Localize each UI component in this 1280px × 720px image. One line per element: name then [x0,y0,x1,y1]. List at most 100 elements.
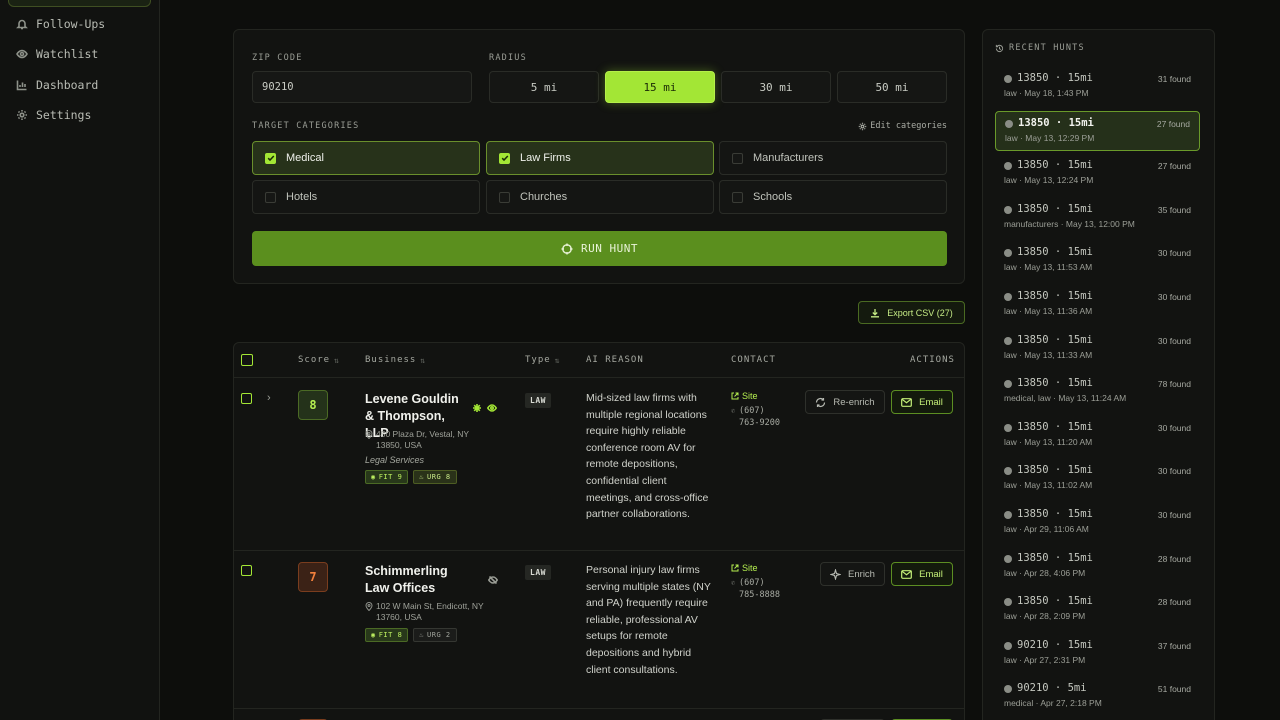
sidebar-item-dashboard[interactable]: Dashboard [16,75,98,95]
sidebar-item-follow-ups[interactable]: Follow-Ups [16,14,105,34]
sidebar-active-item[interactable] [8,0,151,7]
email-label: Email [919,568,943,580]
eye-off-icon[interactable] [488,575,498,585]
bar-chart-icon [16,80,27,91]
recent-hunt-item[interactable]: 13850 · 15mi 35 found manufacturers · May … [995,198,1200,238]
recent-hunt-item[interactable]: 13850 · 15mi 30 found law · May 13, 11:20 … [995,416,1200,456]
globe-icon [1004,249,1012,258]
recent-hunt-item[interactable]: 13850 · 15mi 28 found law · Apr 28, 4:06 P… [995,547,1200,587]
mail-icon [901,569,913,579]
category-manufacturers[interactable]: Manufacturers [719,141,947,175]
hunt-found-count: 78 found [1157,379,1191,390]
zip-code-input[interactable]: 90210 [252,71,472,103]
globe-icon [1004,598,1012,607]
export-csv-button[interactable]: Export CSV (27) [858,301,965,324]
re-enrich-button[interactable]: Re-enrich [805,390,885,414]
column-header-score[interactable]: Score ⇅ [298,355,340,365]
column-header-type[interactable]: Type ⇅ [525,355,561,365]
select-all-checkbox[interactable] [241,354,253,366]
recent-hunt-item[interactable]: 13850 · 15mi 28 found law · Apr 28, 2:09 P… [995,590,1200,630]
recent-hunt-item[interactable]: 13850 · 15mi 30 found law · May 13, 11:02 … [995,459,1200,499]
hunt-found-count: 51 found [1157,684,1191,695]
fit-tag-label: FIT 8 [378,631,403,639]
checkbox[interactable] [499,191,510,203]
email-button[interactable]: Email [891,390,953,414]
site-link[interactable]: Site [731,391,758,401]
recent-hunt-item[interactable]: 13850 · 15mi 30 found law · May 13, 11:33 … [995,329,1200,369]
category-churches[interactable]: Churches [486,180,714,214]
category-law-firms[interactable]: Law Firms [486,141,714,175]
check-icon [267,155,274,162]
checkbox[interactable] [732,191,743,203]
sidebar-item-label: Dashboard [36,78,99,92]
globe-icon [1004,511,1012,519]
recent-hunt-item[interactable]: 13850 · 15mi 27 found law · May 13, 12:24 … [995,154,1200,194]
re-enrich-label: Re-enrich [833,396,875,408]
phone-icon: ✆ [731,579,736,587]
external-link-icon [731,392,739,400]
ai-reason-text: Personal injury law firms serving multip… [586,564,711,676]
edit-categories-link[interactable]: Edit categories [858,121,947,131]
hunt-details: law · May 13, 11:02 AM [1004,480,1093,491]
checkbox[interactable] [265,191,276,203]
recent-hunt-item[interactable]: 13850 · 15mi 78 found medical, law · May 1… [995,372,1200,412]
phone-text: (607) 763-9200 [739,406,780,428]
sparkle-icon[interactable] [472,403,482,413]
hunt-details: law · May 13, 11:53 AM [1004,262,1093,273]
column-header-business[interactable]: Business ⇅ [365,355,426,365]
table-row[interactable] [234,709,964,720]
bell-icon [16,19,28,30]
recent-hunt-item[interactable]: 13850 · 15mi 27 found law · May 13, 12:29 … [995,110,1200,151]
radius-option-15mi[interactable]: 15 mi [605,71,715,103]
radius-option-30mi[interactable]: 30 mi [721,71,831,103]
recent-hunt-item[interactable]: 13850 · 15mi 30 found law · May 13, 11:36 … [995,285,1200,325]
eye-icon[interactable] [487,403,497,413]
recent-hunt-item[interactable]: 13850 · 15mi 31 found law · May 18, 1:43 P… [995,67,1200,107]
checkbox-checked[interactable] [265,152,276,164]
hunt-zip-radius: 13850 · 15mi [1017,290,1093,302]
category-hotels[interactable]: Hotels [252,180,480,214]
hunt-zip-radius: 13850 · 15mi [1017,551,1093,564]
checkbox-checked[interactable] [499,152,510,164]
enrich-button[interactable]: Enrich [820,562,885,586]
globe-icon [1004,293,1012,301]
checkbox[interactable] [732,152,743,164]
business-tags: ◉ FIT 8 ♨ URG 2 [365,628,457,642]
hunt-zip-radius: 90210 · 15mi [1017,638,1093,651]
business-address: 102 W Main St, Endicott, NY 13760, USA [365,601,490,623]
email-label: Email [919,396,943,408]
row-checkbox[interactable] [241,565,252,576]
hunt-zip-radius: 13850 · 15mi [1017,202,1093,215]
business-name[interactable]: Schimmerling Law Offices [365,563,469,597]
run-hunt-label: RUN HUNT [581,242,638,255]
row-checkbox[interactable] [241,393,252,404]
email-button[interactable]: Email [891,562,953,586]
table-row[interactable]: › 8 Levene Gouldin & Thompson, LLP 450 P… [234,379,964,551]
hunt-details: law · May 13, 11:36 AM [1004,306,1093,316]
run-hunt-button[interactable]: RUN HUNT [252,231,947,266]
business-industry: Legal Services [365,455,425,465]
chevron-right-icon[interactable]: › [267,392,271,404]
phone-number[interactable]: ✆ (607) 785-8888 [731,578,783,601]
sort-icon: ⇅ [334,355,340,365]
recent-hunt-item[interactable]: 13850 · 15mi 30 found law · May 13, 11:53 … [995,241,1200,281]
site-link[interactable]: Site [731,563,758,573]
hunt-details: law · Apr 27, 2:31 PM [1004,654,1086,665]
phone-number[interactable]: ✆ (607) 763-9200 [731,406,783,429]
recent-hunt-item[interactable]: 90210 · 15mi 37 found law · Apr 27, 2:31 P… [995,634,1200,674]
sidebar-item-watchlist[interactable]: Watchlist [16,44,98,64]
radius-option-50mi[interactable]: 50 mi [837,71,947,103]
category-medical[interactable]: Medical [252,141,480,175]
recent-hunt-item[interactable]: 90210 · 5mi 51 found medical · Apr 27, 2:1… [995,677,1200,717]
radius-option-5mi[interactable]: 5 mi [489,71,599,103]
score-badge: 8 [298,390,328,420]
globe-icon [1004,380,1012,389]
column-header-label: Score [298,355,331,365]
score-badge: 7 [298,562,328,592]
table-row[interactable]: 7 Schimmerling Law Offices 102 W Main St… [234,551,964,709]
category-schools[interactable]: Schools [719,180,947,214]
column-header-label: AI REASON [586,355,644,365]
recent-hunt-item[interactable]: 13850 · 15mi 30 found law · Apr 29, 11:06 … [995,503,1200,543]
hunt-found-count: 28 found [1157,553,1191,564]
sidebar-item-settings[interactable]: Settings [16,105,91,125]
